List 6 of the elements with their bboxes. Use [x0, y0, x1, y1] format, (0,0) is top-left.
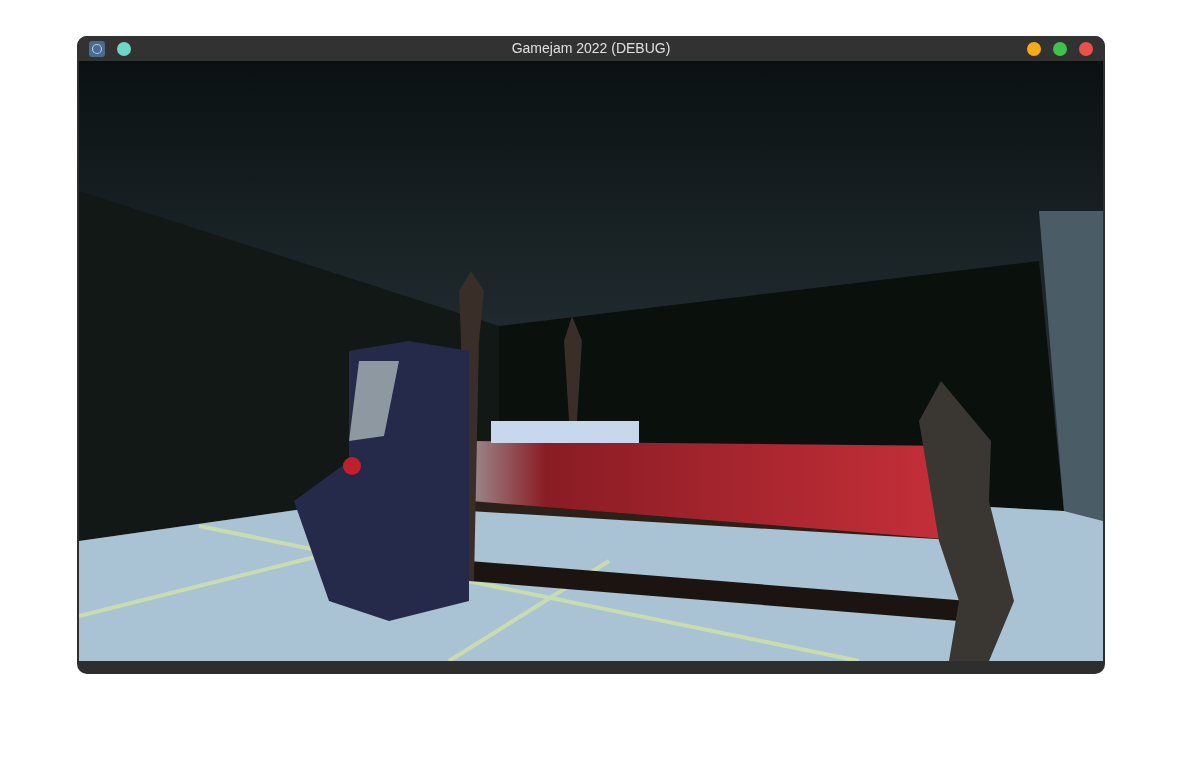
close-button[interactable] [1079, 41, 1093, 56]
maximize-button[interactable] [1053, 41, 1067, 56]
minimize-button[interactable] [1027, 41, 1041, 56]
status-dot-icon [117, 41, 131, 56]
app-icon [89, 40, 105, 57]
window-title: Gamejam 2022 (DEBUG) [511, 39, 671, 58]
